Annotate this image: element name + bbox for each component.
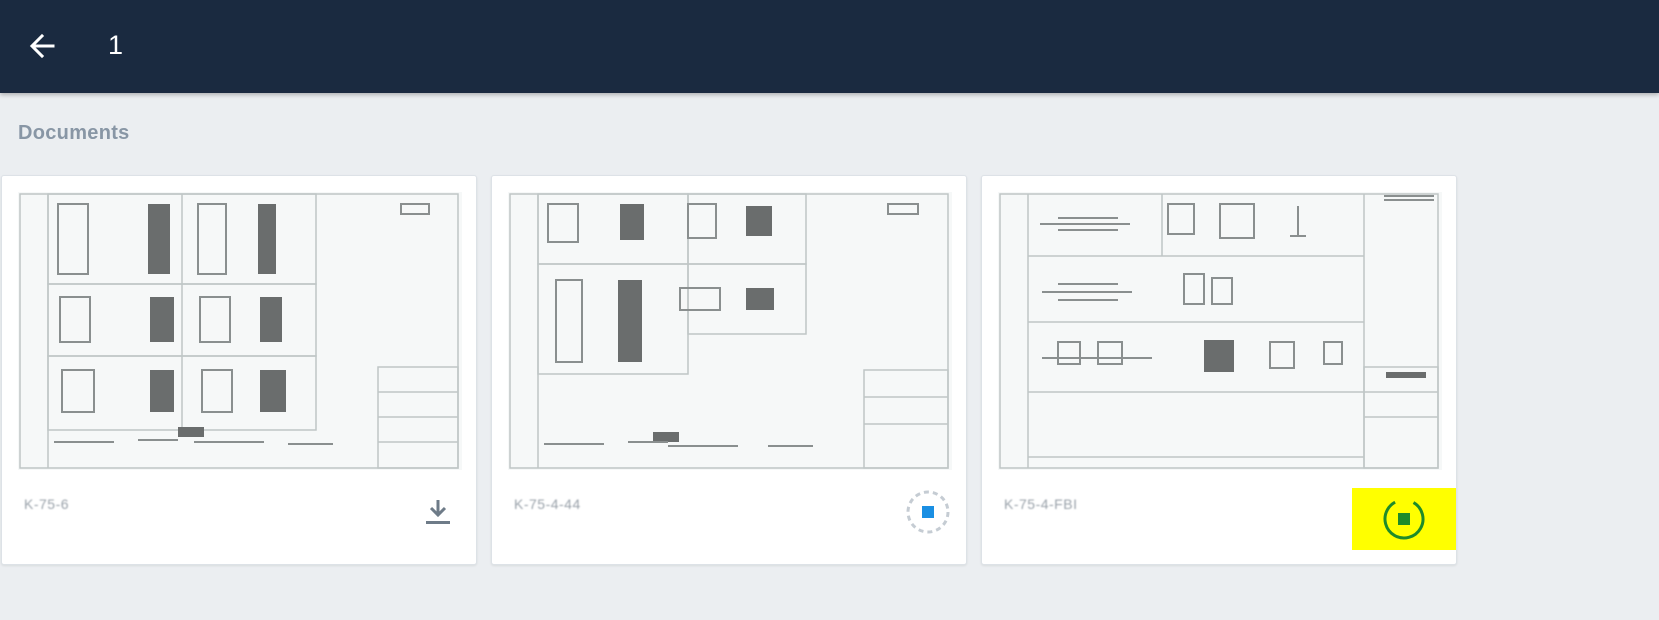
document-card[interactable]: K-75-4-FBI [981, 175, 1457, 565]
document-name: K-75-6 [24, 496, 70, 512]
document-name: K-75-4-FBI [1004, 496, 1078, 512]
app-header: 1 [0, 0, 1659, 93]
sync-pending-icon [906, 490, 950, 534]
document-card[interactable]: K-75-4-44 [491, 175, 967, 565]
document-card[interactable]: K-75-6 [1, 175, 477, 565]
section-heading: Documents [18, 122, 130, 144]
header-title: 1 [108, 30, 124, 60]
document-name: K-75-4-44 [514, 496, 581, 512]
download-icon [426, 500, 450, 524]
document-thumbnail [18, 192, 462, 470]
download-button[interactable] [414, 488, 462, 536]
sync-status-button[interactable] [1352, 488, 1456, 550]
sync-status-button[interactable] [904, 488, 952, 536]
arrow-left-icon [29, 33, 55, 59]
back-button[interactable] [22, 26, 62, 66]
sync-active-icon [1383, 498, 1425, 540]
document-thumbnail [508, 192, 952, 470]
document-thumbnail [998, 192, 1442, 470]
